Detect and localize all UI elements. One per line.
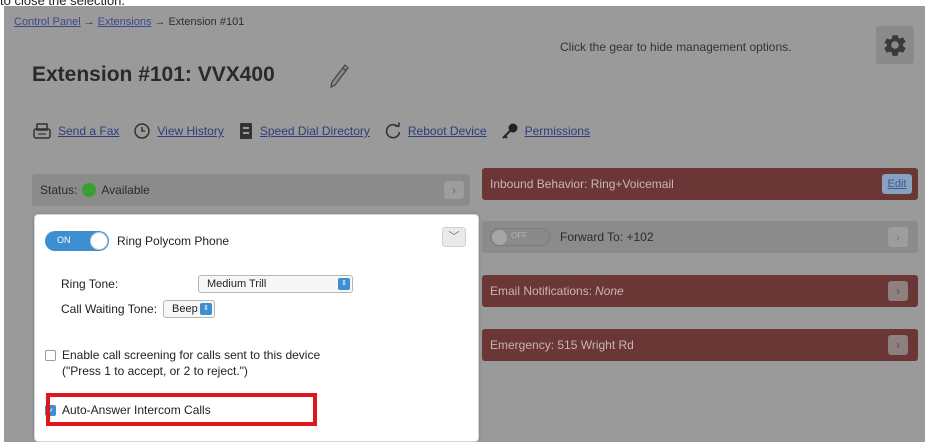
forward-label: Forward To: +102 [560, 230, 654, 244]
directory-icon [238, 122, 254, 140]
chevron-right-icon[interactable]: › [888, 335, 908, 355]
status-dot-icon [82, 183, 97, 197]
ring-phone-toggle[interactable]: ON [45, 231, 109, 251]
breadcrumb-current: Extension #101 [168, 16, 245, 28]
ring-tone-value: Medium Trill [207, 278, 267, 290]
reboot-icon [384, 122, 402, 140]
permissions-action[interactable]: Permissions [501, 122, 590, 140]
pencil-icon [330, 64, 349, 89]
toggle-text: ON [57, 235, 71, 245]
send-fax-link[interactable]: Send a Fax [58, 124, 119, 138]
breadcrumb-extensions[interactable]: Extensions [98, 16, 152, 28]
fax-icon [32, 122, 52, 140]
edit-title-button[interactable] [328, 63, 350, 94]
ring-tone-select[interactable]: Medium Trill ⇕ [198, 275, 353, 293]
forward-panel[interactable]: OFF Forward To: +102 › [482, 221, 918, 253]
email-notifications-panel[interactable]: Email Notifications: None › [482, 275, 918, 307]
page-title: Extension #101: VVX400 [32, 63, 275, 86]
history-icon [133, 122, 151, 140]
extension-page: Control Panel → Extensions → Extension #101 … [4, 6, 925, 442]
email-notifications-label: Email Notifications: [490, 284, 593, 298]
email-notifications-value: None [595, 284, 624, 298]
chevron-right-icon[interactable]: › [888, 227, 908, 247]
status-value: Available [101, 183, 150, 197]
speed-dial-link[interactable]: Speed Dial Directory [260, 124, 370, 138]
call-waiting-select[interactable]: Beep ⇕ [163, 300, 216, 318]
speed-dial-action[interactable]: Speed Dial Directory [238, 122, 370, 140]
permissions-link[interactable]: Permissions [525, 124, 590, 138]
toggle-text: OFF [511, 231, 527, 240]
ring-tone-label: Ring Tone: [61, 277, 119, 291]
call-screening-option: Enable call screening for calls sent to … [45, 347, 320, 379]
gear-button[interactable] [876, 26, 914, 64]
view-history-link[interactable]: View History [157, 124, 223, 138]
breadcrumb: Control Panel → Extensions → Extension #101 [14, 16, 244, 28]
emergency-text: Emergency: 515 Wright Rd [490, 338, 634, 352]
select-arrows-icon: ⇕ [338, 278, 350, 290]
inbound-behavior-panel[interactable]: Inbound Behavior: Ring+Voicemail Edit [482, 168, 918, 200]
chevron-down-icon: ﹀ [448, 231, 460, 243]
call-screening-hint: ("Press 1 to accept, or 2 to reject.") [62, 364, 248, 378]
collapse-button[interactable]: ﹀ [442, 227, 466, 247]
select-arrows-icon: ⇕ [200, 303, 213, 315]
highlight-box [46, 393, 317, 426]
breadcrumb-control-panel[interactable]: Control Panel [14, 16, 81, 28]
call-waiting-label: Call Waiting Tone: [61, 302, 158, 316]
forward-toggle[interactable]: OFF [490, 228, 550, 246]
key-icon [501, 122, 519, 140]
chevron-right-icon[interactable]: › [888, 281, 908, 301]
call-waiting-value: Beep [172, 303, 198, 315]
ring-tone-row: Ring Tone: Medium Trill ⇕ [61, 275, 353, 293]
chevron-right-icon[interactable]: › [444, 181, 464, 199]
card-title: Ring Polycom Phone [117, 234, 230, 248]
view-history-action[interactable]: View History [133, 122, 224, 140]
gear-icon [884, 34, 906, 56]
breadcrumb-separator: → [154, 16, 166, 28]
toggle-knob [90, 232, 108, 250]
inbound-behavior-text: Inbound Behavior: Ring+Voicemail [490, 177, 674, 191]
call-screening-label: Enable call screening for calls sent to … [62, 348, 321, 362]
send-fax-action[interactable]: Send a Fax [32, 122, 119, 140]
toggle-knob [492, 230, 507, 245]
reboot-action[interactable]: Reboot Device [384, 122, 487, 140]
card-header: ON Ring Polycom Phone [45, 231, 229, 251]
emergency-panel[interactable]: Emergency: 515 Wright Rd › [482, 329, 918, 361]
status-label: Status: [40, 183, 78, 197]
reboot-link[interactable]: Reboot Device [408, 124, 487, 138]
call-screening-checkbox[interactable] [45, 349, 56, 361]
edit-button[interactable]: Edit [882, 174, 912, 194]
breadcrumb-separator: → [83, 16, 95, 28]
gear-hint: Click the gear to hide management option… [560, 40, 792, 54]
status-row[interactable]: Status: Available › [32, 174, 470, 206]
action-bar: Send a Fax View History Speed Dial Direc… [32, 122, 604, 140]
call-waiting-row: Call Waiting Tone: Beep ⇕ [61, 300, 216, 318]
